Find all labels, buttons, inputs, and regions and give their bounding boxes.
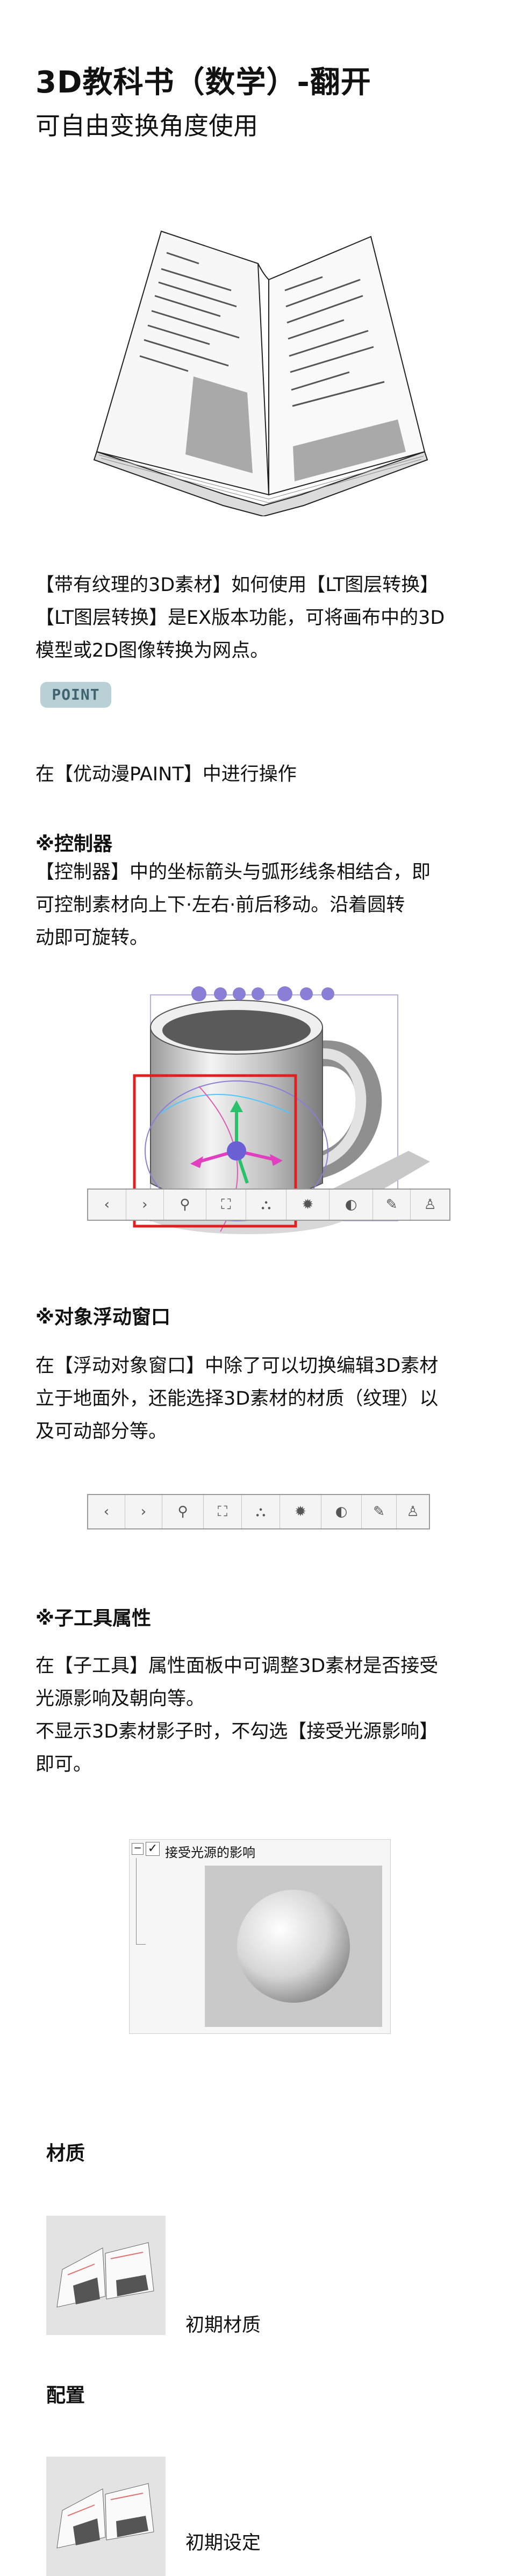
material-caption: 初期材质 — [185, 2315, 261, 2336]
sub-tool-heading: ※子工具属性 — [35, 1607, 151, 1629]
point-text: 在【优动漫PAINT】中进行操作 — [35, 764, 297, 785]
paint-icon[interactable]: ✎ — [373, 1190, 411, 1220]
light-icon[interactable]: ✹ — [280, 1495, 321, 1528]
float-window-heading: ※对象浮动窗口 — [35, 1306, 170, 1328]
float-window-line-1: 在【浮动对象窗口】中除了可以切换编辑3D素材 — [35, 1355, 439, 1377]
camera-icon[interactable]: ⚲ — [164, 1190, 206, 1220]
material-heading: 材质 — [46, 2143, 85, 2165]
intro-line-1: 【带有纹理的3D素材】如何使用【LT图层转换】 — [35, 574, 439, 596]
object-launcher-toolbar-1: ‹ › ⚲ ⛶ ⛬ ✹ ◐ ✎ ♙ — [87, 1189, 450, 1221]
object-launcher-toolbar-2: ‹ › ⚲ ⛶ ⛬ ✹ ◐ ✎ ♙ — [87, 1494, 430, 1529]
material-icon[interactable]: ◐ — [321, 1495, 362, 1528]
camera-icon[interactable]: ⚲ — [162, 1495, 204, 1528]
mug-controller-illustration — [133, 986, 430, 1234]
chevron-left-icon[interactable]: ‹ — [88, 1190, 126, 1220]
chevron-right-icon[interactable]: › — [126, 1190, 164, 1220]
intro-line-3: 模型或2D图像转换为网点。 — [35, 640, 269, 661]
material-icon[interactable]: ◐ — [329, 1190, 373, 1220]
controller-heading: ※控制器 — [35, 833, 112, 855]
receive-light-label: 接受光源的影响 — [165, 1845, 255, 1860]
ground-icon[interactable]: ⛬ — [242, 1495, 280, 1528]
sub-tool-line-2: 光源影响及朝向等。 — [35, 1688, 205, 1710]
material-thumbnail[interactable] — [46, 2216, 166, 2335]
chevron-left-icon[interactable]: ‹ — [88, 1495, 125, 1528]
controller-line-2: 可控制素材向上下·左右·前后移动。沿着圆转 — [35, 894, 405, 916]
fit-frame-icon[interactable]: ⛶ — [206, 1190, 247, 1220]
controller-line-3: 动即可旋转。 — [35, 927, 149, 949]
book-thumbnail-image — [56, 2242, 154, 2308]
controller-line-1: 【控制器】中的坐标箭头与弧形线条相结合，即 — [35, 862, 431, 883]
page: 3D教科书（数学）-翻开 可自由变换角度使用 【带有纹理的3D素材】如何使用【L… — [0, 0, 523, 2576]
receive-light-checkbox[interactable]: ✓ — [146, 1842, 160, 1856]
layout-thumbnail[interactable] — [46, 2457, 166, 2576]
sub-tool-line-4: 即可。 — [35, 1754, 92, 1775]
collapse-toggle[interactable]: − — [132, 1843, 144, 1855]
sub-tool-line-3: 不显示3D素材影子时，不勾选【接受光源影响】 — [35, 1721, 439, 1742]
ground-icon[interactable]: ⛬ — [246, 1190, 286, 1220]
open-book-illustration — [93, 230, 428, 516]
light-source-panel: − ✓ 接受光源的影响 — [129, 1839, 391, 2034]
pose-icon[interactable]: ♙ — [397, 1495, 429, 1528]
layout-heading: 配置 — [46, 2385, 85, 2407]
point-badge: POINT — [40, 682, 111, 708]
layout-caption: 初期设定 — [185, 2532, 261, 2554]
book-thumbnail-image — [56, 2483, 154, 2549]
float-window-line-2: 立于地面外，还能选择3D素材的材质（纹理）以 — [35, 1388, 439, 1410]
chevron-right-icon[interactable]: › — [125, 1495, 162, 1528]
float-window-line-3: 及可动部分等。 — [35, 1421, 168, 1442]
paint-icon[interactable]: ✎ — [362, 1495, 397, 1528]
pose-icon[interactable]: ♙ — [411, 1190, 449, 1220]
sphere-preview — [237, 1890, 350, 2003]
fit-frame-icon[interactable]: ⛶ — [204, 1495, 242, 1528]
page-title: 3D教科书（数学）-翻开 — [35, 65, 371, 100]
intro-line-2: 【LT图层转换】是EX版本功能，可将画布中的3D — [35, 607, 445, 629]
light-preview — [205, 1866, 382, 2027]
page-subtitle: 可自由变换角度使用 — [35, 111, 258, 140]
sub-tool-line-1: 在【子工具】属性面板中可调整3D素材是否接受 — [35, 1655, 439, 1677]
light-icon[interactable]: ✹ — [286, 1190, 330, 1220]
